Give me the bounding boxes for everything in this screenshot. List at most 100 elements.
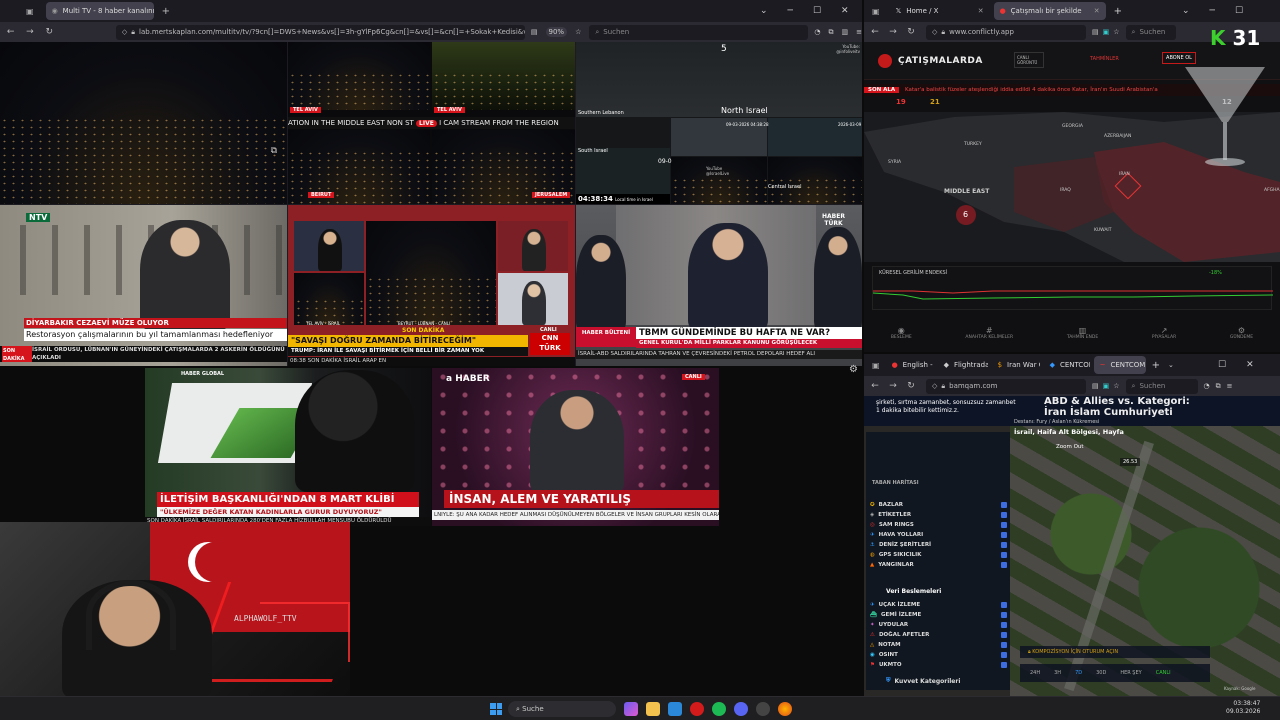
checkbox[interactable] [1001, 642, 1007, 648]
tile-israel-cams[interactable]: 5 YouTube: @infoliveitv North Israel Sou… [576, 42, 862, 204]
zoom-level[interactable]: 90% [545, 27, 568, 37]
tile-haberturk[interactable]: HABER TÜRK HABER BÜLTENİ TBMM GÜNDEMİNDE… [576, 205, 862, 366]
tile-haberglobal[interactable]: HABER GLOBAL İLETİŞİM BAŞKANLIĞI'NDAN 8 … [145, 368, 431, 526]
reload-icon[interactable]: ↻ [904, 381, 918, 391]
url-bar[interactable]: ◇ 🔒︎ www.conflictly.app [926, 24, 1086, 40]
checkbox[interactable] [1001, 522, 1007, 528]
checkbox[interactable] [1001, 502, 1007, 508]
range-button[interactable]: HER ŞEY [1120, 670, 1141, 676]
layer-ships[interactable]: ⛴ GEMİ İZLEME [870, 610, 1010, 620]
url-bar[interactable]: ◇ 🔒︎ lab.mertskaplan.com/multitv/tv/?9cn… [115, 24, 525, 40]
checkbox[interactable] [1001, 562, 1007, 568]
back-icon[interactable]: ← [4, 27, 17, 37]
minimize-icon[interactable]: ─ [788, 6, 793, 16]
discord-icon[interactable] [734, 702, 748, 716]
new-tab-icon[interactable]: + [1114, 6, 1122, 17]
forward-icon[interactable]: → [23, 27, 36, 37]
tab-flightradar[interactable]: ◆ Flightradar [938, 356, 988, 374]
list-all-tabs-icon[interactable]: ⌄ [760, 6, 768, 16]
account-icon[interactable]: ◔ [814, 28, 820, 36]
search-input[interactable]: ⌕ Suchen [1125, 24, 1176, 40]
checkbox[interactable] [1001, 652, 1007, 658]
checkbox[interactable] [1001, 622, 1007, 628]
tab-list-icon[interactable]: ▣ [872, 7, 880, 16]
nav-item-index[interactable]: ▥ TAHMİN ENDE [1067, 326, 1098, 340]
zoom-out-button[interactable]: Zoom Out [1056, 444, 1084, 450]
tab-multitv[interactable]: ◉ Multi TV - 8 haber kanalını ✕ [45, 2, 154, 20]
range-button[interactable]: 3H [1054, 670, 1061, 676]
checkbox[interactable] [1001, 532, 1007, 538]
layer-gps[interactable]: ◍ GPS SIKICILIK [870, 550, 1010, 560]
forward-icon[interactable]: → [886, 27, 900, 37]
layer-sam[interactable]: ◎ SAM RINGS [870, 520, 1010, 530]
spotify-icon[interactable] [712, 702, 726, 716]
layer-aircraft[interactable]: ✈ UÇAK İZLEME [870, 600, 1010, 610]
reader-icon[interactable]: ▤ [1092, 382, 1099, 390]
bookmark-star-icon[interactable]: ☆ [1113, 382, 1119, 390]
layer-fires[interactable]: ▲ YANGINLAR [870, 560, 1010, 570]
obs-icon[interactable] [756, 702, 770, 716]
layer-airways[interactable]: ✈ HAVA YOLLARI [870, 530, 1010, 540]
checkbox[interactable] [1001, 602, 1007, 608]
checkbox[interactable] [1001, 632, 1007, 638]
checkbox[interactable] [1001, 612, 1007, 618]
reload-icon[interactable]: ↻ [904, 27, 918, 37]
search-input[interactable]: ⌕ Suchen [1125, 378, 1198, 394]
nav-item-feed[interactable]: ◉ BESLEME [891, 326, 912, 340]
url-bar[interactable]: ◇ 🔒︎ bamqam.com [926, 378, 1086, 394]
tab-conflictly[interactable]: ● Çatışmalı bir şekilde ✕ [993, 2, 1106, 20]
bookmark-star-icon[interactable]: ☆ [575, 28, 581, 36]
new-tab-icon[interactable]: + [1152, 360, 1160, 371]
checkbox[interactable] [1001, 512, 1007, 518]
new-tab-icon[interactable]: + [162, 6, 170, 17]
tab-centcom[interactable]: ◆ CENTCOM [1044, 356, 1090, 374]
taskbar-search[interactable]: ⌕ Suche [508, 701, 616, 717]
extensions-icon[interactable]: ⧉ [1216, 382, 1221, 391]
firefox-icon[interactable] [778, 702, 792, 716]
tile-city-night[interactable]: ⧉ [0, 42, 287, 204]
tab-x-home[interactable]: 𝕏 Home / X ✕ [890, 2, 990, 20]
force-categories[interactable]: ⛨ Kuvvet Kategorileri [886, 676, 960, 686]
tab-english[interactable]: ● English - T [886, 356, 934, 374]
checkbox[interactable] [1001, 542, 1007, 548]
opera-icon[interactable] [690, 702, 704, 716]
gear-icon[interactable]: ⚙ [849, 364, 858, 375]
layer-osint[interactable]: ◉ OSINT [870, 650, 1010, 660]
tab-centcom-active[interactable]: ~CENTCOM✕ [1093, 356, 1146, 374]
translate-icon[interactable]: ▣ [1103, 28, 1110, 36]
back-icon[interactable]: ← [868, 381, 882, 391]
tab-list-icon[interactable]: ▣ [26, 7, 34, 16]
tile-ahaber[interactable]: a HABER CANLI İNSAN, ALEM VE YARATILIŞ L… [432, 368, 719, 526]
live-view-button[interactable]: CANLI GÖRÜNTÜ [1014, 52, 1044, 68]
copilot-icon[interactable] [624, 702, 638, 716]
extensions-icon[interactable]: ⧉ [829, 28, 834, 37]
tile-multicam[interactable]: TEL AVIV TEL AVIV ATION IN THE MIDDLE EA… [288, 42, 575, 204]
account-icon[interactable]: ◔ [1204, 382, 1210, 390]
layer-sealanes[interactable]: ⚓ DENİZ ŞERİTLERİ [870, 540, 1010, 550]
maximize-icon[interactable]: ☐ [1218, 360, 1226, 370]
layer-bases[interactable]: ✪ BAZLAR [870, 500, 1010, 510]
forward-icon[interactable]: → [886, 381, 900, 391]
close-window-icon[interactable]: ✕ [841, 6, 849, 16]
bookmark-star-icon[interactable]: ☆ [1113, 28, 1119, 36]
close-tab-icon[interactable]: ✕ [1094, 7, 1100, 15]
fullscreen-icon[interactable]: ⧉ [271, 146, 277, 156]
maximize-icon[interactable]: ☐ [813, 6, 821, 16]
minimize-icon[interactable]: ─ [1210, 6, 1215, 16]
translate-icon[interactable]: ▣ [1103, 382, 1110, 390]
maximize-icon[interactable]: ☐ [1235, 6, 1243, 16]
layer-ukmto[interactable]: ⚑ UKMTO [870, 660, 1010, 670]
nav-item-agenda[interactable]: ⚙ GÜNDEME [1230, 326, 1253, 340]
store-icon[interactable] [668, 702, 682, 716]
layer-disasters[interactable]: ⚠ DOĞAL AFETLER [870, 630, 1010, 640]
layer-satellites[interactable]: ✦ UYDULAR [870, 620, 1010, 630]
checkbox[interactable] [1001, 552, 1007, 558]
tile-ntv[interactable]: NTV DİYARBAKIR CEZAEVİ MÜZE OLUYOR Resto… [0, 205, 287, 366]
tile-cnnturk[interactable]: TEL AVİV - İSRAİL BEYRUT - LÜBNAN - CANL… [288, 205, 575, 366]
live-toggle[interactable]: CANLI [1156, 670, 1171, 676]
tab-iran-war[interactable]: $ Iran War C [992, 356, 1040, 374]
reader-icon[interactable]: ▤ [531, 28, 538, 36]
reload-icon[interactable]: ↻ [43, 27, 56, 37]
reader-icon[interactable]: ▤ [1092, 28, 1099, 36]
range-button[interactable]: 30D [1096, 670, 1106, 676]
